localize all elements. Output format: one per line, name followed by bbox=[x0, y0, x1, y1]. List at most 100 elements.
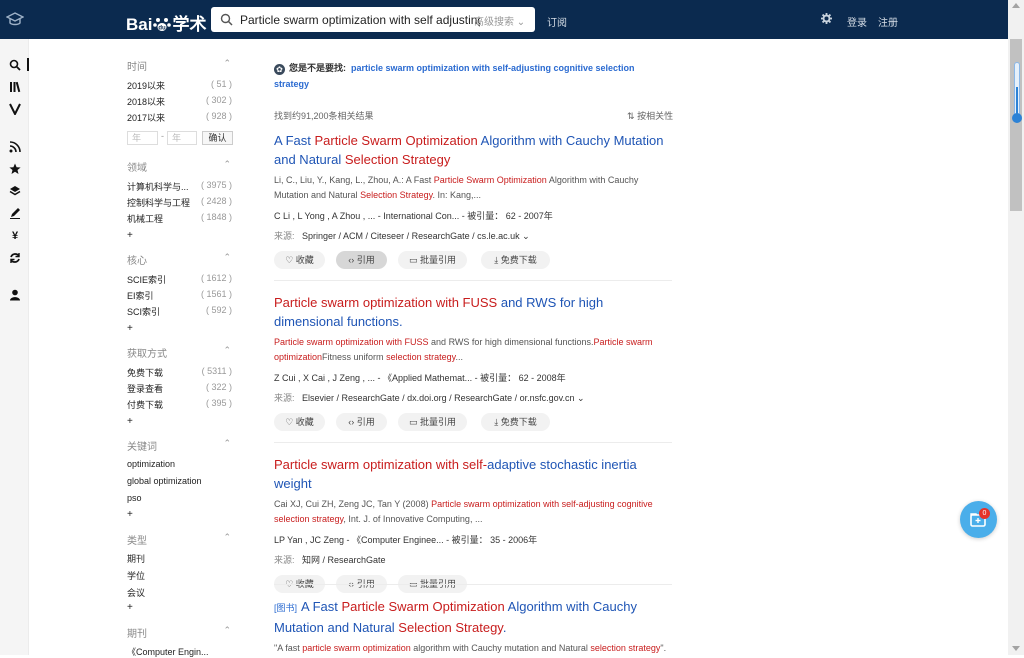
user-icon[interactable] bbox=[8, 289, 22, 301]
collect-button[interactable]: ♡ 收藏 bbox=[274, 413, 325, 431]
facet-item[interactable]: 计算机科学与... ( 3975 ) bbox=[127, 180, 232, 193]
facet-item[interactable]: pso bbox=[127, 493, 232, 503]
collect-button[interactable]: ♡ 收藏 bbox=[274, 251, 325, 269]
chevron-down-icon: ⌄ bbox=[516, 17, 526, 28]
facet-header-journal[interactable]: 期刊 ⌃ bbox=[127, 625, 231, 640]
free-download-button[interactable]: ⤓ 免费下载 bbox=[481, 413, 550, 431]
facet-label: 控制科学与工程 bbox=[127, 198, 191, 208]
title-part: . bbox=[502, 620, 507, 635]
result-title[interactable]: Particle swarm optimization with self-ad… bbox=[274, 455, 672, 493]
chevron-up-icon: ⌃ bbox=[223, 58, 231, 68]
search-icon[interactable] bbox=[8, 59, 22, 71]
result-meta[interactable]: LP Yan , JC Zeng - 《Computer Enginee... … bbox=[274, 533, 672, 546]
facet-item[interactable]: EI索引 ( 1561 ) bbox=[127, 289, 232, 302]
refresh-icon[interactable] bbox=[8, 252, 22, 264]
batch-cite-button[interactable]: ▭ 批量引用 bbox=[398, 413, 467, 431]
facet-title: 类型 bbox=[127, 536, 147, 547]
star-icon[interactable] bbox=[8, 163, 22, 175]
facet-item[interactable]: SCI索引 ( 592 ) bbox=[127, 305, 232, 318]
facet-item[interactable]: SCIE索引 ( 1612 ) bbox=[127, 273, 232, 286]
facet-header-type[interactable]: 类型 ⌃ bbox=[127, 532, 231, 547]
svg-text:du: du bbox=[159, 26, 167, 32]
facet-header-field[interactable]: 领域 ⌃ bbox=[127, 159, 231, 174]
advanced-search-link[interactable]: 高级搜索 ⌄ bbox=[474, 13, 525, 28]
facet-more-button[interactable]: + bbox=[127, 602, 133, 613]
facet-item[interactable]: 2017以来 ( 928 ) bbox=[127, 111, 232, 124]
facet-item[interactable]: 付费下载 ( 395 ) bbox=[127, 398, 232, 411]
graduation-cap-icon[interactable] bbox=[6, 11, 24, 27]
facet-item[interactable]: optimization bbox=[127, 459, 232, 469]
v-icon[interactable] bbox=[8, 103, 22, 115]
facet-item[interactable]: 2019以来 ( 51 ) bbox=[127, 79, 232, 92]
result-meta[interactable]: Z Cui , X Cai , J Zeng , ... - 《Applied … bbox=[274, 371, 672, 384]
result-abstract: Li, C., Liu, Y., Kang, L., Zhou, A.: A F… bbox=[274, 173, 672, 203]
notification-badge: 0 bbox=[979, 508, 990, 519]
search-icon[interactable] bbox=[220, 13, 233, 26]
facet-header-core[interactable]: 核心 ⌃ bbox=[127, 252, 231, 267]
facet-item[interactable]: 控制科学与工程 ( 2428 ) bbox=[127, 196, 232, 209]
register-link[interactable]: 注册 bbox=[878, 14, 898, 29]
rss-icon[interactable] bbox=[8, 141, 22, 153]
facet-item[interactable]: 《Computer Engin... bbox=[127, 645, 232, 658]
cite-button[interactable]: ‹› 引用 bbox=[336, 413, 387, 431]
cite-button[interactable]: ‹› 引用 bbox=[336, 251, 387, 269]
facet-more-button[interactable]: + bbox=[127, 323, 133, 334]
facet-label: 计算机科学与... bbox=[127, 182, 189, 192]
facet-label: 付费下载 bbox=[127, 400, 164, 410]
download-icon: ⤓ bbox=[494, 417, 499, 427]
yen-icon[interactable]: ¥ bbox=[8, 230, 22, 242]
facet-count: ( 1612 ) bbox=[200, 273, 232, 283]
facet-item[interactable]: 登录查看 ( 322 ) bbox=[127, 382, 232, 395]
batch-cite-button[interactable]: ▭ 批量引用 bbox=[398, 251, 467, 269]
facet-item[interactable]: global optimization bbox=[127, 476, 232, 486]
year-from-input[interactable]: 年 bbox=[127, 131, 158, 145]
facet-item[interactable]: 2018以来 ( 302 ) bbox=[127, 95, 232, 108]
result-sources[interactable]: 来源: Elsevier / ResearchGate / dx.doi.org… bbox=[274, 391, 672, 404]
library-icon[interactable] bbox=[8, 81, 22, 93]
facet-item[interactable]: 会议 bbox=[127, 586, 232, 599]
facet-header-time[interactable]: 时间 ⌃ bbox=[127, 58, 231, 73]
facet-item[interactable]: 学位 bbox=[127, 569, 232, 582]
facet-more-button[interactable]: + bbox=[127, 416, 133, 427]
facet-count: ( 5311 ) bbox=[201, 366, 232, 376]
result-meta[interactable]: C Li , L Yong , A Zhou , ... - Internati… bbox=[274, 209, 672, 222]
year-range-dash: - bbox=[161, 131, 164, 141]
did-you-mean: ✿ 您是不是要找: particle swarm optimization with… bbox=[274, 60, 664, 92]
sort-by-relevance[interactable]: ⇅ 按相关性 bbox=[627, 109, 673, 122]
facet-more-button[interactable]: + bbox=[127, 509, 133, 520]
gear-icon[interactable] bbox=[821, 13, 832, 24]
result-title[interactable]: A Fast Particle Swarm Optimization Algor… bbox=[274, 131, 672, 169]
baidu-scholar-logo[interactable]: Bai du 学术 bbox=[126, 10, 206, 34]
did-you-mean-label: 您是不是要找: bbox=[289, 63, 346, 73]
facet-title: 期刊 bbox=[127, 629, 147, 640]
divider bbox=[274, 280, 672, 281]
result-sources[interactable]: 来源: 知网 / ResearchGate bbox=[274, 553, 672, 566]
result-title[interactable]: [图书] A Fast Particle Swarm Optimization A… bbox=[274, 597, 672, 637]
facet-header-access[interactable]: 获取方式 ⌃ bbox=[127, 345, 231, 360]
result-title[interactable]: Particle swarm optimization with FUSS an… bbox=[274, 293, 672, 331]
result-abstract: Particle swarm optimization with FUSS an… bbox=[274, 335, 672, 365]
subscribe-link[interactable]: 订阅 bbox=[547, 14, 567, 29]
facet-header-keywords[interactable]: 关键词 ⌃ bbox=[127, 438, 231, 453]
scroll-down-arrow[interactable] bbox=[1012, 646, 1020, 651]
scroll-up-arrow[interactable] bbox=[1012, 3, 1020, 8]
login-link[interactable]: 登录 bbox=[847, 14, 867, 29]
result-abstract: Cai XJ, Cui ZH, Zeng JC, Tan Y (2008) Pa… bbox=[274, 497, 672, 527]
result-sources[interactable]: 来源: Springer / ACM / Citeseer / Research… bbox=[274, 229, 672, 242]
free-download-button[interactable]: ⤓ 免费下载 bbox=[481, 251, 550, 269]
result-item: [图书] A Fast Particle Swarm Optimization A… bbox=[274, 597, 672, 656]
result-item: Particle swarm optimization with self-ad… bbox=[274, 455, 672, 593]
facet-more-button[interactable]: + bbox=[127, 230, 133, 241]
button-label: 引用 bbox=[356, 255, 375, 265]
search-input[interactable] bbox=[240, 7, 480, 32]
pen-icon[interactable] bbox=[8, 207, 22, 219]
chevron-up-icon: ⌃ bbox=[223, 345, 231, 355]
facet-item[interactable]: 期刊 bbox=[127, 552, 232, 565]
confirm-button[interactable]: 确认 bbox=[202, 131, 233, 145]
facet-item[interactable]: 免费下载 ( 5311 ) bbox=[127, 366, 232, 379]
floating-batch-button[interactable]: 0 bbox=[960, 501, 997, 538]
layers-icon[interactable] bbox=[8, 185, 22, 197]
facet-item[interactable]: 机械工程 ( 1848 ) bbox=[127, 212, 232, 225]
year-to-input[interactable]: 年 bbox=[167, 131, 197, 145]
folder-icon: ▭ bbox=[408, 417, 418, 427]
